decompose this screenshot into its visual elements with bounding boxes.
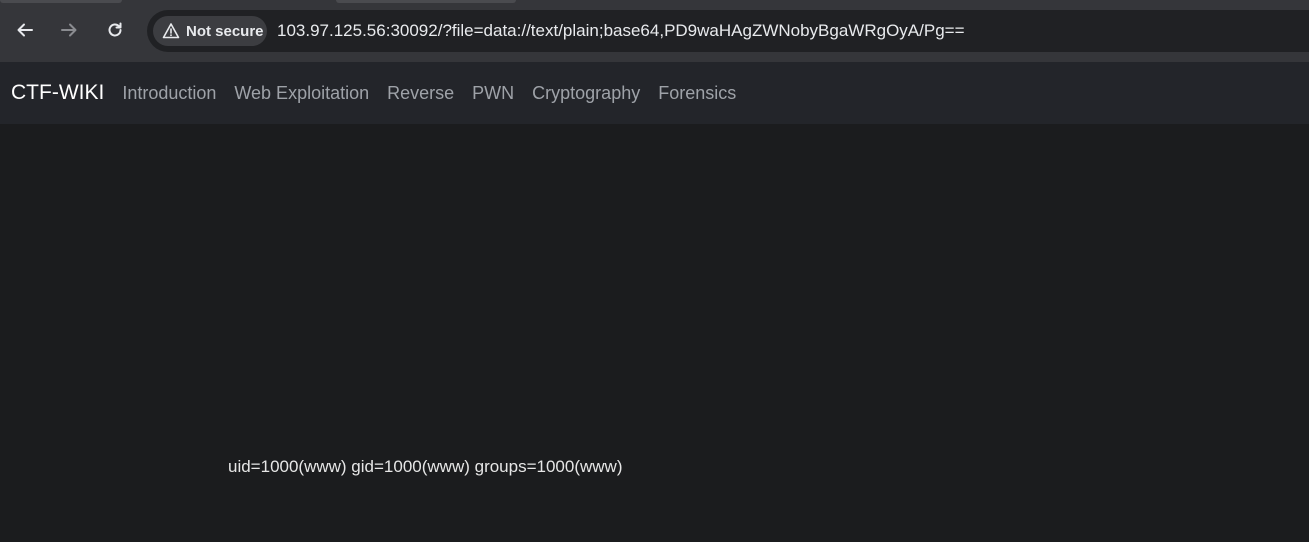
- url-host: 103.97.125.56: [277, 21, 386, 40]
- back-button[interactable]: [9, 14, 41, 46]
- warning-triangle-icon: [162, 23, 180, 39]
- page-content: uid=1000(www) gid=1000(www) groups=1000(…: [0, 124, 1309, 542]
- nav-link-reverse[interactable]: Reverse: [387, 83, 454, 104]
- command-output: uid=1000(www) gid=1000(www) groups=1000(…: [228, 457, 623, 476]
- address-bar[interactable]: Not secure 103.97.125.56:30092/?file=dat…: [147, 10, 1309, 52]
- security-label: Not secure: [186, 22, 264, 40]
- nav-link-web-exploitation[interactable]: Web Exploitation: [234, 83, 369, 104]
- tab-edge: [336, 0, 516, 3]
- nav-link-forensics[interactable]: Forensics: [658, 83, 736, 104]
- url-path: :30092/?file=data://text/plain;base64,PD…: [385, 21, 965, 40]
- security-chip[interactable]: Not secure: [153, 16, 267, 46]
- forward-arrow-icon: [61, 23, 77, 37]
- nav-link-introduction[interactable]: Introduction: [122, 83, 216, 104]
- forward-button[interactable]: [53, 14, 85, 46]
- browser-toolbar: Not secure 103.97.125.56:30092/?file=dat…: [0, 0, 1309, 62]
- site-navbar: CTF-WIKI Introduction Web Exploitation R…: [0, 62, 1309, 124]
- tab-edge: [0, 0, 122, 3]
- reload-button[interactable]: [99, 14, 131, 46]
- reload-icon: [108, 22, 122, 37]
- brand-link[interactable]: CTF-WIKI: [11, 81, 104, 105]
- nav-link-cryptography[interactable]: Cryptography: [532, 83, 640, 104]
- nav-link-pwn[interactable]: PWN: [472, 83, 514, 104]
- url-text[interactable]: 103.97.125.56:30092/?file=data://text/pl…: [277, 21, 965, 41]
- back-arrow-icon: [17, 23, 33, 37]
